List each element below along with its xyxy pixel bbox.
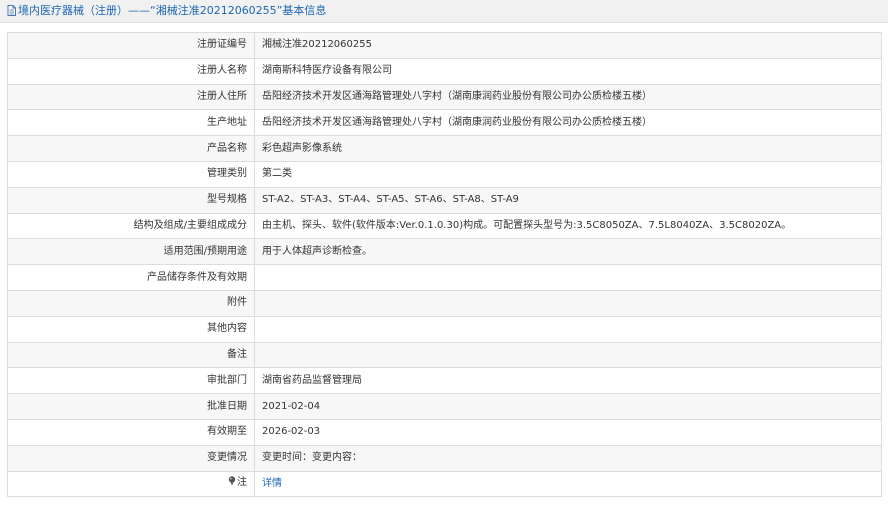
row-value: 用于人体超声诊断检查。 xyxy=(254,238,882,266)
note-value: 详情 xyxy=(254,470,882,498)
detail-link[interactable]: 详情 xyxy=(262,478,282,489)
row-label: 备注 xyxy=(7,341,255,369)
table-row: 批准日期 2021-02-04 xyxy=(7,393,882,420)
row-value: 第二类 xyxy=(254,160,882,188)
row-value: 岳阳经济技术开发区通海路管理处八字村（湖南康润药业股份有限公司办公质检楼五楼） xyxy=(254,83,882,111)
title-bar: 境内医疗器械（注册）——“湘械注准20212060255”基本信息 xyxy=(0,0,888,23)
row-value xyxy=(254,289,882,317)
row-value: 湖南斯科特医疗设备有限公司 xyxy=(254,57,882,85)
row-label: 注册人住所 xyxy=(7,83,255,111)
table-row: 注册人住所 岳阳经济技术开发区通海路管理处八字村（湖南康润药业股份有限公司办公质… xyxy=(7,83,882,111)
row-label: 有效期至 xyxy=(7,418,255,446)
table-row: 产品储存条件及有效期 xyxy=(7,264,882,291)
table-row: 注册人名称 湖南斯科特医疗设备有限公司 xyxy=(7,57,882,85)
row-label: 适用范围/预期用途 xyxy=(7,238,255,266)
row-label: 产品储存条件及有效期 xyxy=(7,264,255,291)
table-row: 结构及组成/主要组成成分 由主机、探头、软件(软件版本:Ver.0.1.0.30… xyxy=(7,212,882,240)
row-label: 结构及组成/主要组成成分 xyxy=(7,212,255,240)
row-value: ST-A2、ST-A3、ST-A4、ST-A5、ST-A6、ST-A8、ST-A… xyxy=(254,186,882,214)
row-value xyxy=(254,264,882,291)
note-label: 注 xyxy=(7,470,255,498)
row-label: 产品名称 xyxy=(7,135,255,162)
row-value: 2026-02-03 xyxy=(254,418,882,446)
row-label: 附件 xyxy=(7,289,255,317)
row-value: 湘械注准20212060255 xyxy=(254,32,882,59)
row-label: 注册证编号 xyxy=(7,32,255,59)
table-row: 型号规格 ST-A2、ST-A3、ST-A4、ST-A5、ST-A6、ST-A8… xyxy=(7,186,882,214)
row-label: 批准日期 xyxy=(7,393,255,420)
note-label-text: 注 xyxy=(237,477,247,489)
table-row: 备注 xyxy=(7,341,882,369)
table-row: 适用范围/预期用途 用于人体超声诊断检查。 xyxy=(7,238,882,266)
row-value: 由主机、探头、软件(软件版本:Ver.0.1.0.30)构成。可配置探头型号为:… xyxy=(254,212,882,240)
table-row: 注册证编号 湘械注准20212060255 xyxy=(7,32,882,59)
table-row: 审批部门 湖南省药品监督管理局 xyxy=(7,367,882,395)
note-row: 注 详情 xyxy=(7,470,882,498)
row-value xyxy=(254,315,882,343)
row-value xyxy=(254,341,882,369)
row-label: 注册人名称 xyxy=(7,57,255,85)
row-value: 变更时间：变更内容： xyxy=(254,444,882,472)
info-table: 注册证编号 湘械注准20212060255 注册人名称 湖南斯科特医疗设备有限公… xyxy=(7,32,882,498)
table-row: 其他内容 xyxy=(7,315,882,343)
pin-icon xyxy=(228,476,236,491)
page-title-text: 境内医疗器械（注册）——“湘械注准20212060255”基本信息 xyxy=(18,4,327,17)
table-row: 管理类别 第二类 xyxy=(7,160,882,188)
table-row: 附件 xyxy=(7,289,882,317)
row-label: 型号规格 xyxy=(7,186,255,214)
table-row: 变更情况 变更时间：变更内容： xyxy=(7,444,882,472)
row-value: 彩色超声影像系统 xyxy=(254,135,882,162)
document-icon xyxy=(7,4,16,21)
table-row: 产品名称 彩色超声影像系统 xyxy=(7,135,882,162)
table-row: 有效期至 2026-02-03 xyxy=(7,418,882,446)
row-label: 变更情况 xyxy=(7,444,255,472)
row-value: 湖南省药品监督管理局 xyxy=(254,367,882,395)
table-row: 生产地址 岳阳经济技术开发区通海路管理处八字村（湖南康润药业股份有限公司办公质检… xyxy=(7,109,882,137)
page-title: 境内医疗器械（注册）——“湘械注准20212060255”基本信息 xyxy=(7,2,326,21)
row-label: 管理类别 xyxy=(7,160,255,188)
row-label: 审批部门 xyxy=(7,367,255,395)
row-label: 其他内容 xyxy=(7,315,255,343)
row-label: 生产地址 xyxy=(7,109,255,137)
row-value: 岳阳经济技术开发区通海路管理处八字村（湖南康润药业股份有限公司办公质检楼五楼） xyxy=(254,109,882,137)
row-value: 2021-02-04 xyxy=(254,393,882,420)
